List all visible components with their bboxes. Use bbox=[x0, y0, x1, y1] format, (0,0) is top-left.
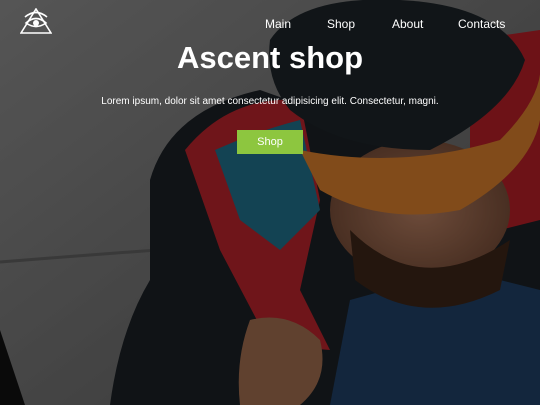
nav-menu: Main Shop About Contacts bbox=[0, 17, 540, 33]
nav-item-about[interactable]: About bbox=[392, 17, 423, 31]
hero-subtitle: Lorem ipsum, dolor sit amet consectetur … bbox=[101, 96, 439, 107]
hero-section: Main Shop About Contacts Ascent shop Lor… bbox=[0, 0, 540, 405]
nav-item-contacts[interactable]: Contacts bbox=[458, 17, 505, 31]
nav-item-shop[interactable]: Shop bbox=[327, 17, 355, 31]
nav-item-main[interactable]: Main bbox=[265, 17, 291, 31]
hero-title: Ascent shop bbox=[176, 40, 364, 75]
shop-button[interactable]: Shop bbox=[237, 130, 303, 154]
